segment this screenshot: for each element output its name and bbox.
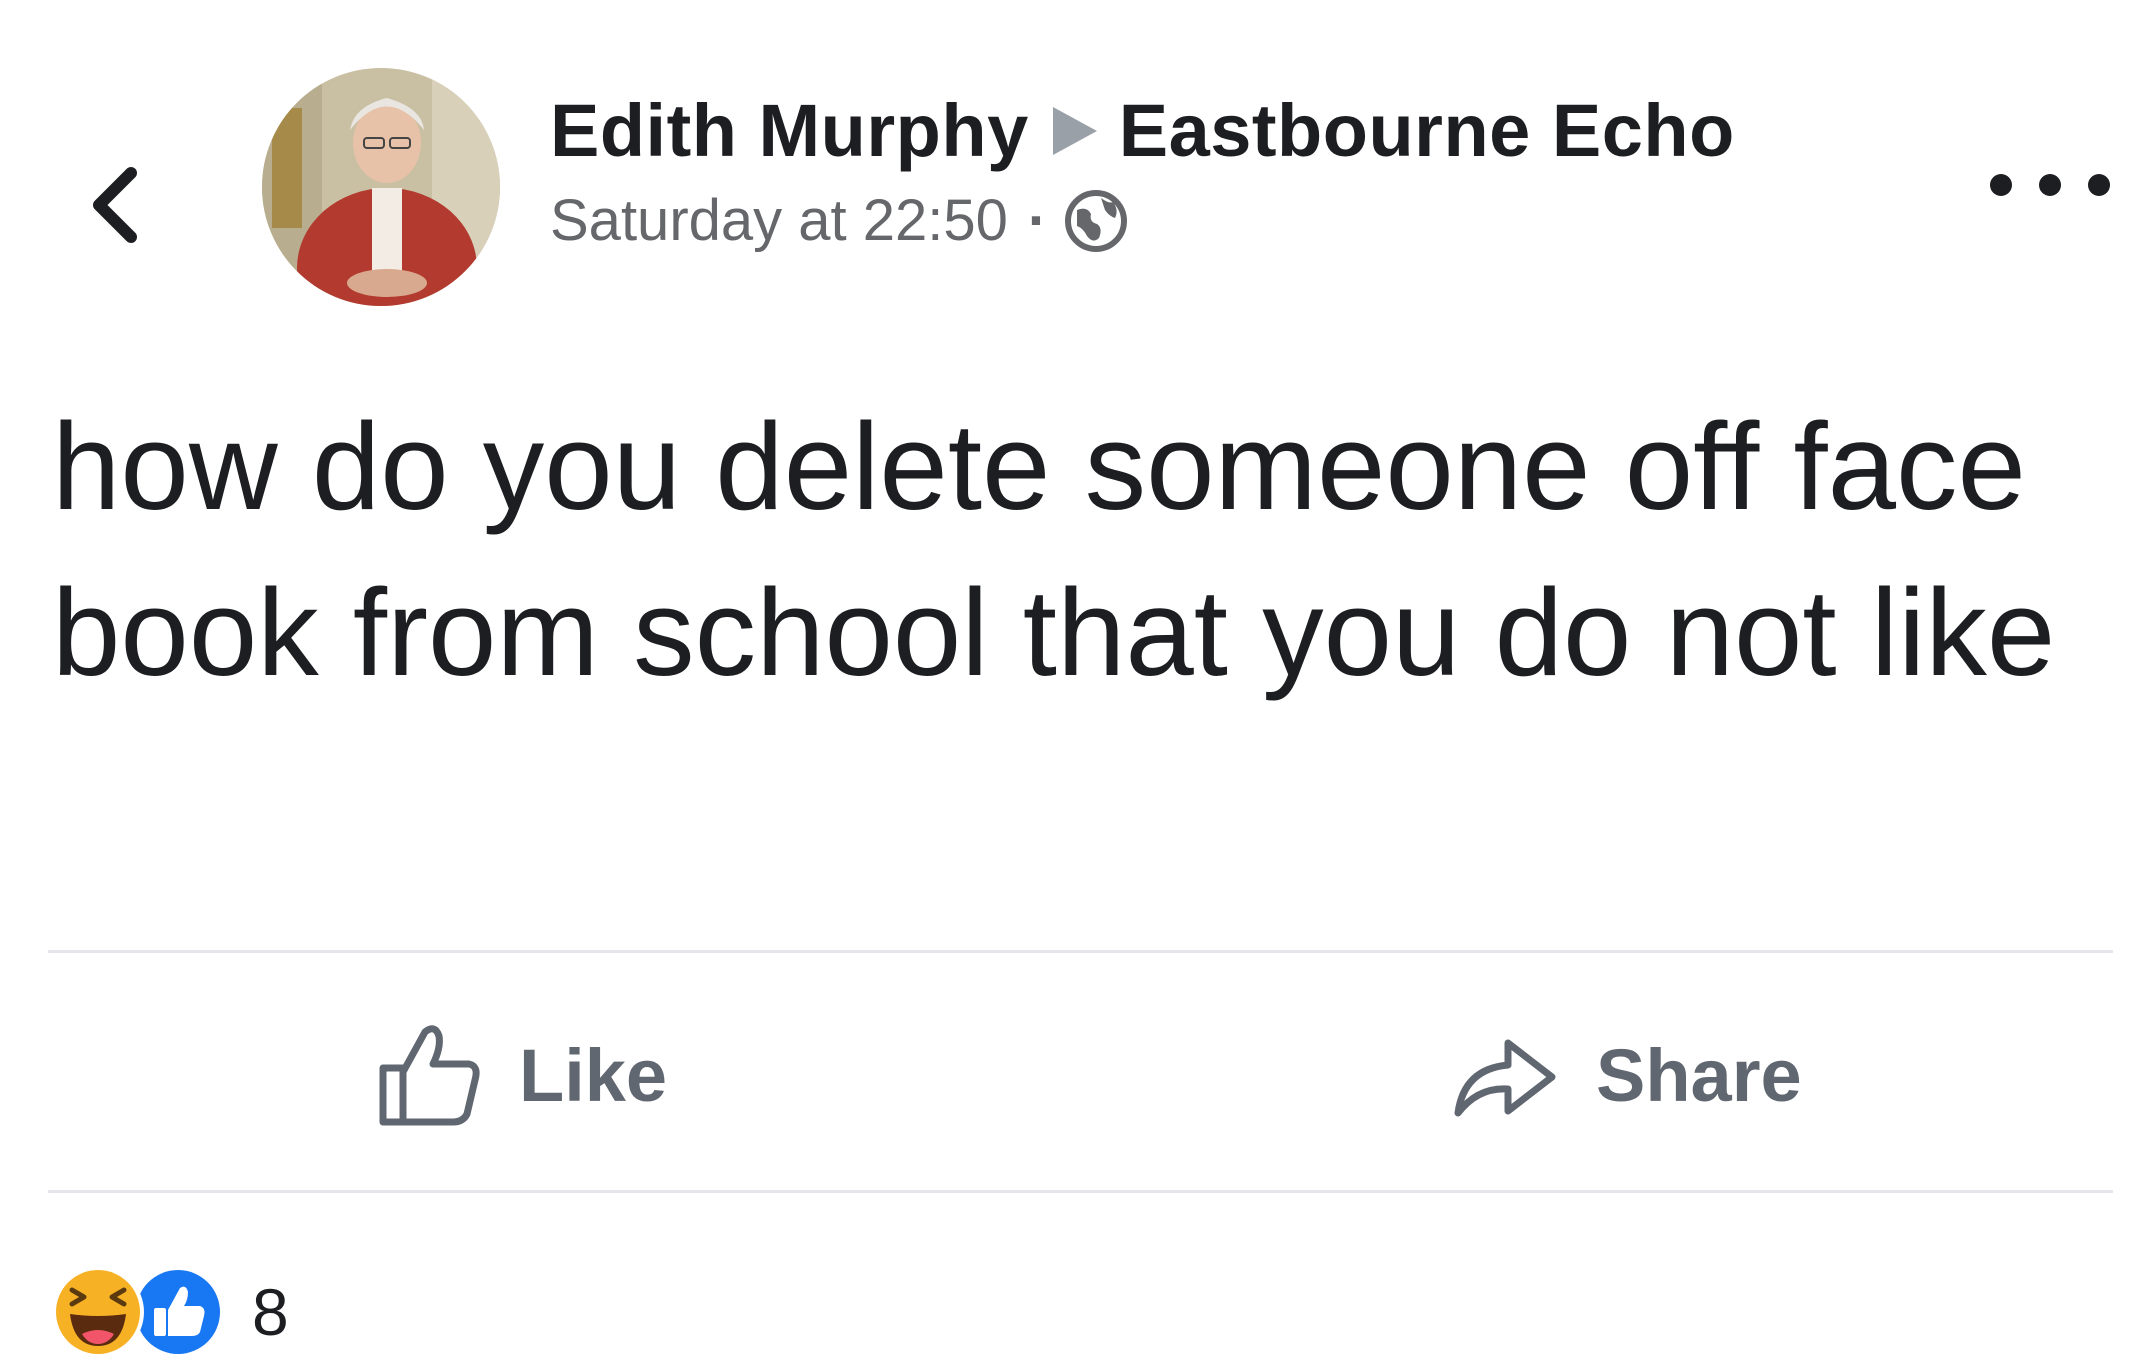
- avatar[interactable]: [262, 68, 500, 306]
- more-options-button[interactable]: [1990, 160, 2110, 210]
- reaction-count: 8: [252, 1275, 289, 1349]
- share-arrow-icon: [1454, 1039, 1556, 1117]
- ellipsis-icon: [1990, 174, 2012, 196]
- share-button[interactable]: Share: [1450, 1010, 1802, 1140]
- avatar-photo: [262, 68, 500, 306]
- thumbs-up-icon: [379, 1025, 480, 1126]
- like-button[interactable]: Like: [375, 1010, 667, 1140]
- author-name[interactable]: Edith Murphy: [550, 88, 1029, 173]
- like-label: Like: [519, 1033, 668, 1117]
- divider: [48, 950, 2113, 953]
- back-button[interactable]: [70, 150, 160, 260]
- ellipsis-icon-dot: [2088, 174, 2110, 196]
- post-meta: Saturday at 22:50 ·: [550, 187, 1735, 254]
- post-text: how do you delete someone off face book …: [52, 399, 2056, 702]
- globe-icon[interactable]: [1063, 188, 1129, 254]
- chevron-left-icon: [93, 167, 137, 243]
- divider: [48, 1190, 2113, 1193]
- group-name[interactable]: Eastbourne Echo: [1119, 88, 1735, 173]
- post-header: Edith Murphy Eastbourne Echo Saturday at…: [550, 88, 1735, 254]
- haha-reaction-icon: [52, 1266, 144, 1358]
- timestamp[interactable]: Saturday at 22:50: [550, 187, 1008, 254]
- author-line: Edith Murphy Eastbourne Echo: [550, 88, 1735, 173]
- ellipsis-icon-dot: [2039, 174, 2061, 196]
- facebook-post: Edith Murphy Eastbourne Echo Saturday at…: [0, 0, 2153, 1366]
- reactions-summary[interactable]: 8: [50, 1262, 289, 1362]
- separator-dot: ·: [1027, 188, 1048, 253]
- triangle-right-icon: [1052, 106, 1097, 155]
- share-label: Share: [1596, 1033, 1802, 1117]
